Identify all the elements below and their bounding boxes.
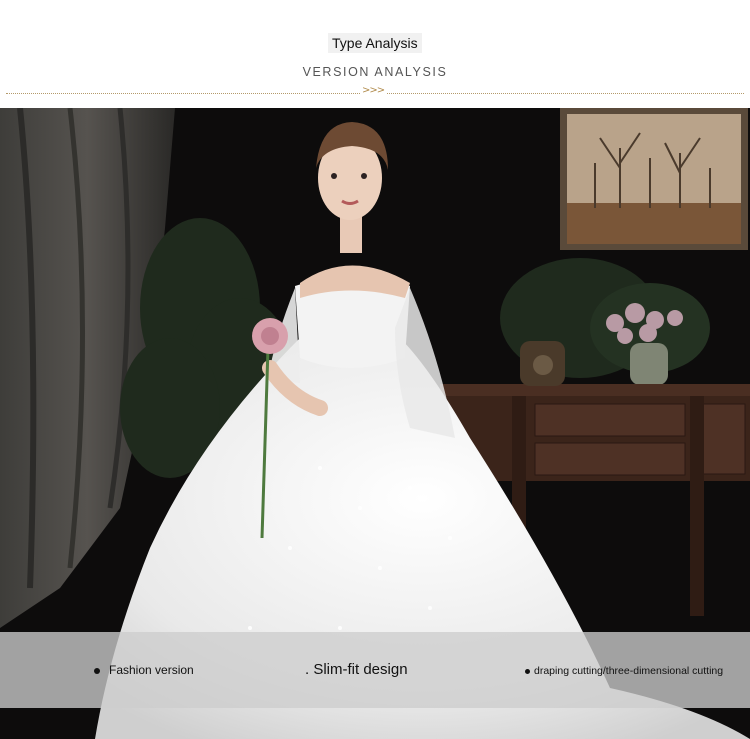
wall-painting — [560, 108, 748, 250]
section-title: Type Analysis — [328, 33, 422, 53]
caption-text: draping cutting/three-dimensional cuttin… — [534, 665, 724, 677]
caption-draping-cutting: draping cutting/three-dimensional cuttin… — [525, 665, 723, 677]
caption-slim-fit: . Slim-fit design — [305, 661, 408, 678]
header: Type Analysis VERSION ANALYSIS >>> — [0, 0, 750, 108]
section-subtitle: VERSION ANALYSIS — [302, 65, 448, 79]
caption-text: Fashion version — [109, 663, 194, 677]
caption-fashion-version: Fashion version — [94, 663, 194, 677]
bullet-icon — [94, 667, 100, 674]
bullet-icon — [525, 668, 530, 674]
arrows-icon: >>> — [360, 85, 387, 96]
